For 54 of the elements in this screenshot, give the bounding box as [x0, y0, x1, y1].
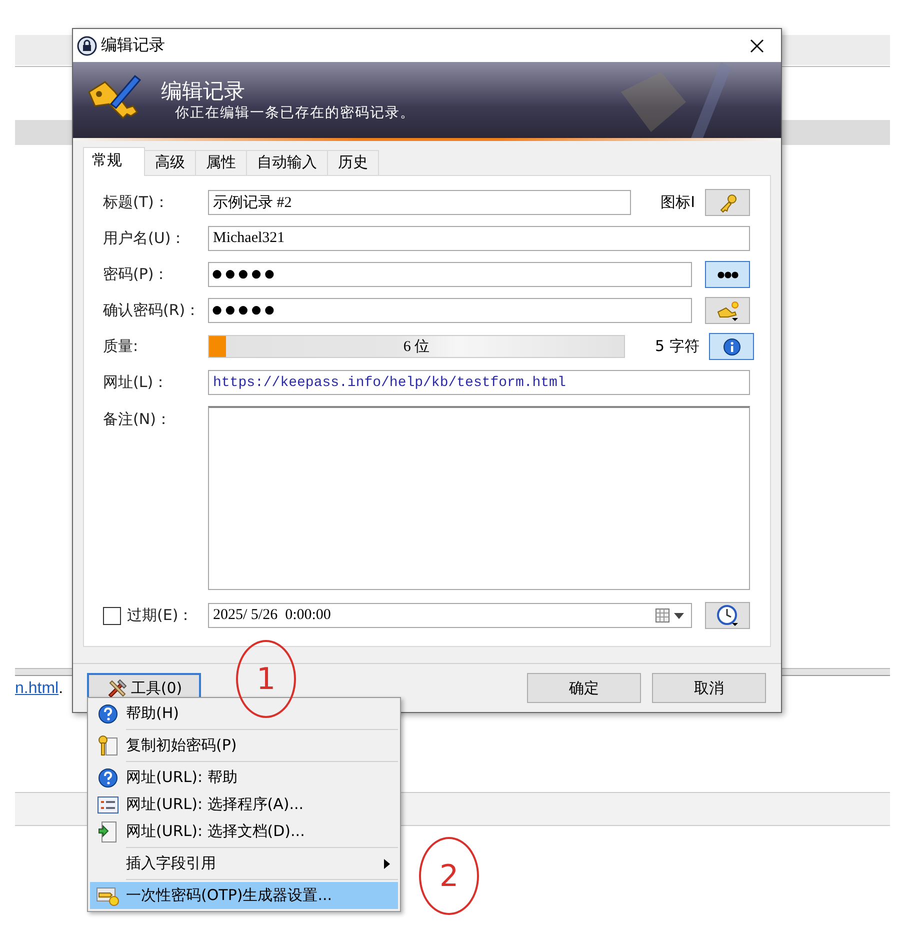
input-field[interactable]: 示例记录 #2 [208, 190, 631, 215]
show-password-button[interactable] [705, 261, 750, 288]
menu-item[interactable]: 一次性密码(OTP)生成器设置... [90, 882, 398, 909]
key-document-icon [98, 734, 118, 756]
help-icon [98, 768, 118, 788]
field-label: 确认密码(R)： [103, 301, 202, 320]
field-label: 备注(N)： [103, 409, 172, 429]
quality-reading: 6 位 [403, 338, 430, 356]
help-icon [98, 704, 118, 724]
page-link[interactable]: n.html [15, 680, 59, 697]
banner-subtitle: 你正在编辑一条已存在的密码记录。 [175, 104, 415, 122]
clock-button[interactable] [705, 602, 750, 629]
close-icon[interactable] [749, 38, 765, 54]
menu-item[interactable]: 插入字段引用 [90, 850, 398, 877]
menu-item[interactable]: 复制初始密码(P) [90, 732, 398, 759]
date-field[interactable]: 2025/ 5/26 0:00:00 [208, 603, 692, 628]
dots-icon [716, 270, 738, 278]
menu-item[interactable]: 网址(URL): 帮助 [90, 764, 398, 791]
ok-button[interactable]: 确定 [527, 673, 641, 703]
side-label: 图标I [660, 193, 695, 212]
input-field[interactable]: ●●●●● [208, 262, 692, 287]
cancel-button[interactable]: 取消 [652, 673, 766, 703]
calendar-dropdown-icon[interactable] [655, 608, 687, 624]
field-label: 密码(P)： [103, 265, 170, 284]
url-field[interactable]: https://keepass.info/help/kb/testform.html [208, 370, 750, 395]
field-label: 质量: [103, 337, 140, 356]
annotation-circle: 1 [236, 640, 296, 718]
field-label: 用户名(U)： [103, 229, 187, 248]
annotation-circle: 2 [419, 837, 479, 915]
input-field[interactable]: ●●●●● [208, 298, 692, 323]
tab[interactable]: 常规 [83, 147, 145, 176]
banner-title: 编辑记录 [161, 78, 246, 104]
period-text: . [58, 680, 64, 697]
side-label: 5 字符 [654, 337, 700, 356]
icon-picker-button[interactable] [705, 189, 750, 216]
expiry-checkbox[interactable] [103, 606, 121, 624]
field-label: 网址(L)： [103, 373, 170, 392]
key-icon [718, 192, 738, 212]
notes-field[interactable] [208, 406, 750, 590]
list-window-icon [97, 796, 119, 814]
menu-item[interactable]: 网址(URL): 选择文档(D)... [90, 818, 398, 845]
document-arrow-icon [98, 820, 118, 842]
info-icon [722, 338, 741, 356]
input-field[interactable]: Michael321 [208, 226, 750, 251]
lock-icon [77, 36, 97, 56]
date-value: 2025/ 5/26 0:00:00 [213, 607, 331, 624]
clock-icon [716, 604, 740, 628]
info-button[interactable] [709, 333, 754, 360]
generate-password-button[interactable] [705, 297, 750, 324]
window-title: 编辑记录 [101, 35, 166, 56]
field-label: 标题(T)： [103, 193, 170, 212]
tab[interactable]: 历史 [327, 150, 379, 175]
field-label: 过期(E)： [127, 606, 194, 625]
menu-item[interactable]: 网址(URL): 选择程序(A)... [90, 791, 398, 818]
